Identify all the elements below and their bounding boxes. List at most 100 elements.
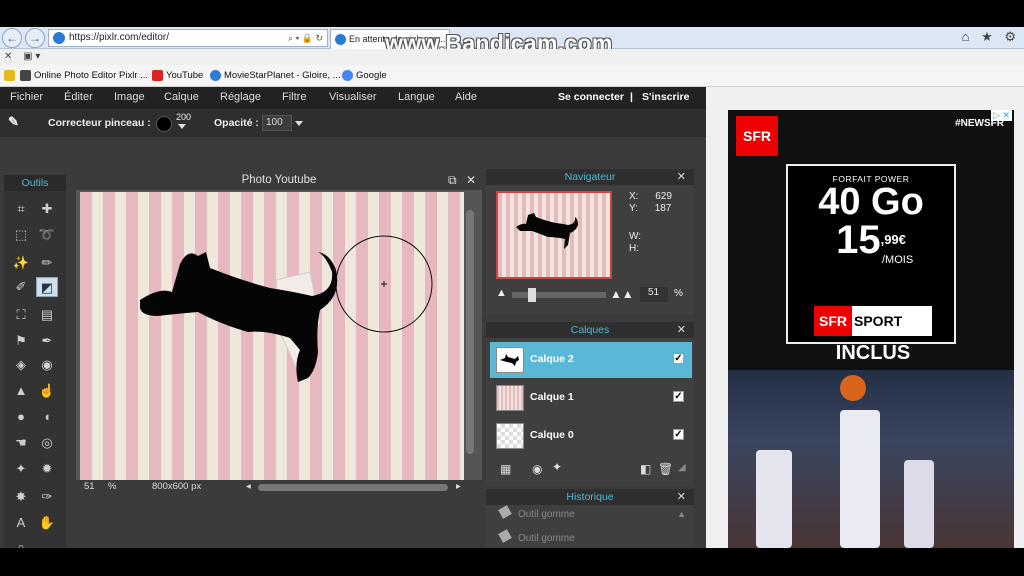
menu-image[interactable]: Image <box>114 91 145 103</box>
hand-icon[interactable]: ✋ <box>36 513 58 533</box>
zoom-slider-track[interactable] <box>512 292 606 298</box>
back-icon[interactable]: ← <box>2 28 22 48</box>
color-picker-icon[interactable]: ✒ <box>36 331 58 351</box>
trash-icon[interactable]: 🗑 <box>658 462 673 476</box>
menu-langue[interactable]: Langue <box>398 91 435 103</box>
pen-icon[interactable]: ✑ <box>36 487 58 507</box>
gradient-icon[interactable]: ▤ <box>36 305 58 325</box>
menu-editer[interactable]: Éditer <box>64 91 93 103</box>
brush-size-value[interactable]: 200 <box>176 112 191 122</box>
w-label: W: <box>629 231 642 242</box>
menu-fichier[interactable]: Fichier <box>10 91 43 103</box>
zoom-out-icon[interactable]: ▲ <box>496 287 507 299</box>
doc-zoom-unit: % <box>108 481 117 492</box>
brush-preview[interactable] <box>156 116 172 132</box>
history-scroll-up-icon[interactable]: ▲ <box>677 509 686 519</box>
home-icon[interactable]: ⌂ <box>962 29 970 44</box>
scroll-left-icon[interactable]: ◂ <box>246 481 251 492</box>
opacity-dropdown-icon[interactable] <box>295 121 303 126</box>
new-layer-icon[interactable]: ◧ <box>640 462 651 476</box>
convert-icon[interactable]: ▣ ▾ <box>23 51 40 62</box>
adchoices-icon[interactable]: ▷ ✕ <box>991 110 1012 121</box>
image-canvas[interactable] <box>80 192 464 480</box>
resize-grip-icon[interactable]: ◢ <box>678 462 686 473</box>
layers-close-icon[interactable]: ✕ <box>677 322 686 338</box>
menu-filtre[interactable]: Filtre <box>282 91 306 103</box>
star-icon[interactable]: ★ <box>981 29 993 44</box>
layer-mask-icon[interactable]: ◉ <box>532 462 542 476</box>
address-url: https://pixlr.com/editor/ <box>69 32 170 43</box>
options-bar: ✎ Correcteur pinceau : 200 Opacité : 100 <box>0 109 706 137</box>
menu-calque[interactable]: Calque <box>164 91 199 103</box>
menu-aide[interactable]: Aide <box>455 91 477 103</box>
drawing-icon[interactable]: ◈ <box>10 355 32 375</box>
close-icon[interactable]: ✕ <box>4 51 12 62</box>
zoom-slider-handle[interactable] <box>528 288 536 302</box>
lasso-icon[interactable]: ➰ <box>36 225 58 245</box>
vertical-scrollbar[interactable] <box>466 210 474 454</box>
smudge-icon[interactable]: ☝ <box>36 381 58 401</box>
document-window-buttons: ⧉ ✕ <box>448 173 476 188</box>
signup-link[interactable]: S'inscrire <box>642 91 689 103</box>
favorite-link-youtube[interactable]: YouTube <box>152 69 203 83</box>
ad-inclus: INCLUS <box>835 342 911 364</box>
eraser-icon[interactable]: ◩ <box>36 277 58 297</box>
burn-icon[interactable]: ◖ <box>36 407 58 427</box>
gear-icon[interactable]: ⚙ <box>1004 29 1016 44</box>
address-tools-icon[interactable]: ⌕ ▾ 🔒 ↻ <box>288 30 323 46</box>
layer-visibility-checkbox[interactable]: ✓ <box>673 353 684 364</box>
brush-icon[interactable]: ✐ <box>10 277 32 297</box>
menu-visualiser[interactable]: Visualiser <box>329 91 377 103</box>
layer-effects-icon[interactable]: ✦ <box>552 460 562 474</box>
favorite-link-moviestarplanet[interactable]: MovieStarPlanet - Gloire, ... <box>210 69 341 83</box>
layer-row-calque-1[interactable]: Calque 1 ✓ <box>490 380 692 416</box>
restore-icon[interactable]: ⧉ <box>448 173 457 187</box>
history-close-icon[interactable]: ✕ <box>677 489 686 505</box>
sharpen-icon[interactable]: ▲ <box>10 381 32 401</box>
marquee-icon[interactable]: ⬚ <box>10 225 32 245</box>
dodge-icon[interactable]: ☚ <box>10 433 32 453</box>
history-item[interactable]: Outil gomme <box>498 505 575 520</box>
pinch-icon[interactable]: ✸ <box>10 487 32 507</box>
favorites-bar: Online Photo Editor Pixlr ... YouTube Mo… <box>0 65 1024 87</box>
wand-icon[interactable]: ✨ <box>10 253 32 273</box>
layer-row-calque-0[interactable]: Calque 0 ✓ <box>490 418 692 454</box>
navigator-cat <box>516 213 578 249</box>
favorites-star-icon[interactable] <box>4 69 16 83</box>
forward-icon[interactable]: → <box>25 28 45 48</box>
pencil-icon[interactable]: ✏ <box>36 253 58 273</box>
history-item[interactable]: Outil gomme <box>498 529 575 544</box>
navigator-zoom-value[interactable]: 51 <box>640 287 668 302</box>
text-icon[interactable]: A <box>10 513 32 533</box>
close-icon[interactable]: ✕ <box>466 173 476 187</box>
sponge-icon[interactable]: ● <box>10 407 32 427</box>
favorite-link-pixlr[interactable]: Online Photo Editor Pixlr ... <box>20 69 148 83</box>
navigator-thumbnail[interactable] <box>496 191 612 279</box>
menu-reglage[interactable]: Réglage <box>220 91 261 103</box>
spot-heal-icon[interactable]: ✦ <box>10 459 32 479</box>
crop-icon[interactable]: ⌗ <box>10 199 32 219</box>
stamp-icon[interactable]: ⚑ <box>10 331 32 351</box>
navigator-close-icon[interactable]: ✕ <box>677 169 686 185</box>
layer-row-calque-2[interactable]: Calque 2 ✓ <box>490 342 692 378</box>
bucket-icon[interactable]: ⛶ <box>10 305 32 325</box>
horizontal-scrollbar[interactable] <box>258 484 448 491</box>
layer-2-thumb-artwork <box>500 354 519 366</box>
favorite-link-google[interactable]: Google <box>342 69 387 83</box>
layer-visibility-checkbox[interactable]: ✓ <box>673 391 684 402</box>
canvas-artwork <box>140 235 433 382</box>
opacity-input[interactable]: 100 <box>262 115 292 131</box>
drop-icon[interactable]: ◉ <box>36 355 58 375</box>
redeye-icon[interactable]: ◎ <box>36 433 58 453</box>
sfr-advertisement[interactable]: SFR #NEWSFR ▷ ✕ FORFAIT POWER 40 Go 15,9… <box>728 110 1014 548</box>
scroll-right-icon[interactable]: ▸ <box>456 481 461 492</box>
doc-zoom-value[interactable]: 51 <box>84 481 95 492</box>
layer-visibility-checkbox[interactable]: ✓ <box>673 429 684 440</box>
bloat-icon[interactable]: ✹ <box>36 459 58 479</box>
zoom-in-icon[interactable]: ▲▲ <box>610 287 634 301</box>
layer-settings-icon[interactable]: ▦ <box>500 462 511 476</box>
move-icon[interactable]: ✚ <box>36 199 58 219</box>
address-bar[interactable]: https://pixlr.com/editor/ ⌕ ▾ 🔒 ↻ <box>48 29 328 47</box>
brush-size-dropdown-icon[interactable] <box>178 124 186 129</box>
login-link[interactable]: Se connecter <box>558 91 624 103</box>
